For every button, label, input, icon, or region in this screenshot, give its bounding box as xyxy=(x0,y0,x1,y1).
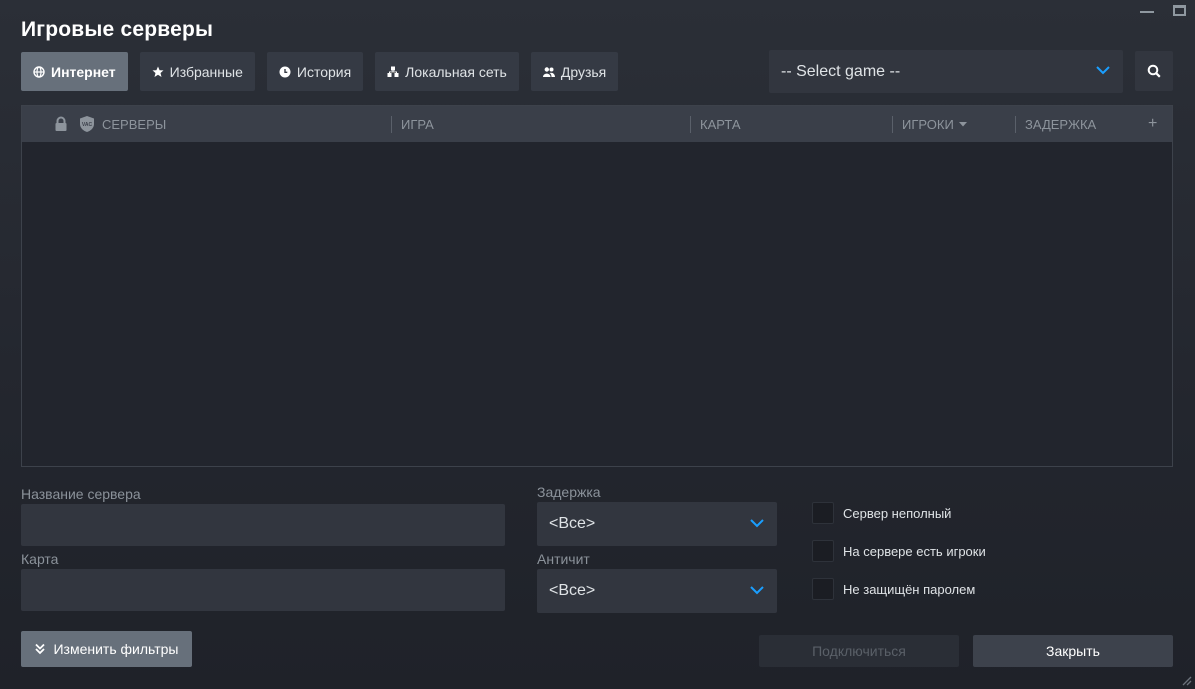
column-header-game[interactable]: ИГРА xyxy=(401,106,434,142)
game-select[interactable]: -- Select game -- xyxy=(769,50,1123,93)
minimize-button[interactable] xyxy=(1131,0,1163,20)
maximize-icon xyxy=(1172,4,1186,16)
lock-icon xyxy=(55,116,67,131)
column-header-players-label: ИГРОКИ xyxy=(902,116,954,132)
chevron-down-icon xyxy=(750,519,764,528)
checkbox-label: Сервер неполный xyxy=(843,505,952,521)
tab-friends[interactable]: Друзья xyxy=(530,52,619,91)
checkbox-no-password[interactable]: Не защищён паролем xyxy=(812,578,975,600)
tab-lan[interactable]: Локальная сеть xyxy=(375,52,519,91)
checkbox-box[interactable] xyxy=(812,578,834,600)
checkbox-not-full[interactable]: Сервер неполный xyxy=(812,502,951,524)
sort-desc-icon xyxy=(958,122,967,127)
latency-filter-dropdown[interactable]: <Все> xyxy=(537,502,777,546)
connect-button[interactable]: Подключиться xyxy=(759,635,959,667)
column-header-servers[interactable]: СЕРВЕРЫ xyxy=(102,106,166,142)
game-select-value: -- Select game -- xyxy=(781,62,901,80)
vac-column-header[interactable]: VAC xyxy=(78,106,96,142)
map-label: Карта xyxy=(21,551,59,567)
window-controls xyxy=(1131,0,1195,20)
anticheat-filter-label: Античит xyxy=(537,551,590,567)
tab-label: Друзья xyxy=(560,63,607,80)
checkbox-label: На сервере есть игроки xyxy=(843,543,986,559)
vac-shield-icon: VAC xyxy=(80,116,94,132)
checkbox-box[interactable] xyxy=(812,502,834,524)
checkbox-has-players[interactable]: На сервере есть игроки xyxy=(812,540,986,562)
vac-label: VAC xyxy=(82,122,93,128)
close-button[interactable]: Закрыть xyxy=(973,635,1173,667)
friends-icon xyxy=(542,66,555,77)
search-button[interactable] xyxy=(1135,51,1173,91)
double-chevron-down-icon xyxy=(35,643,46,655)
column-header-map[interactable]: КАРТА xyxy=(700,106,741,142)
tab-favorites[interactable]: Избранные xyxy=(139,52,255,91)
star-icon xyxy=(152,66,164,77)
globe-icon xyxy=(33,65,45,78)
tab-label: Локальная сеть xyxy=(405,63,507,80)
password-column-header[interactable] xyxy=(54,106,68,142)
server-list[interactable]: VAC СЕРВЕРЫ ИГРА КАРТА ИГРОКИ ЗАДЕРЖКА + xyxy=(21,105,1173,467)
tab-label: Интернет xyxy=(51,63,116,80)
server-list-header: VAC СЕРВЕРЫ ИГРА КАРТА ИГРОКИ ЗАДЕРЖКА + xyxy=(22,106,1172,142)
tab-history[interactable]: История xyxy=(266,52,364,91)
anticheat-filter-dropdown[interactable]: <Все> xyxy=(537,569,777,613)
chevron-down-icon xyxy=(750,586,764,595)
server-list-body xyxy=(22,142,1172,466)
column-divider[interactable] xyxy=(892,116,893,133)
minimize-icon xyxy=(1140,11,1154,13)
column-header-latency[interactable]: ЗАДЕРЖКА xyxy=(1025,106,1096,142)
anticheat-filter-value: <Все> xyxy=(549,582,596,599)
column-header-players[interactable]: ИГРОКИ xyxy=(902,106,969,142)
tab-label: История xyxy=(296,63,352,80)
clock-icon xyxy=(279,66,291,77)
checkbox-label: Не защищён паролем xyxy=(843,581,976,597)
tab-bar: Интернет Избранные История Локальная сет… xyxy=(21,52,619,91)
lan-icon xyxy=(387,66,399,77)
latency-filter-label: Задержка xyxy=(537,484,601,500)
checkbox-box[interactable] xyxy=(812,540,834,562)
column-divider[interactable] xyxy=(1015,116,1016,133)
change-filters-button[interactable]: Изменить фильтры xyxy=(21,631,192,667)
server-name-label: Название сервера xyxy=(21,486,141,502)
search-icon xyxy=(1147,64,1161,78)
maximize-button[interactable] xyxy=(1163,0,1195,20)
chevron-down-icon xyxy=(1096,66,1110,75)
window-title: Игровые серверы xyxy=(21,18,214,41)
resize-grip-icon[interactable] xyxy=(1180,674,1192,686)
column-divider[interactable] xyxy=(391,116,392,133)
map-input[interactable] xyxy=(21,569,505,611)
server-name-input[interactable] xyxy=(21,504,505,546)
tab-label: Избранные xyxy=(169,63,243,80)
latency-filter-value: <Все> xyxy=(549,515,596,532)
column-divider[interactable] xyxy=(690,116,691,133)
change-filters-label: Изменить фильтры xyxy=(53,641,179,657)
add-column-button[interactable]: + xyxy=(1148,106,1157,142)
tab-internet[interactable]: Интернет xyxy=(21,52,128,91)
